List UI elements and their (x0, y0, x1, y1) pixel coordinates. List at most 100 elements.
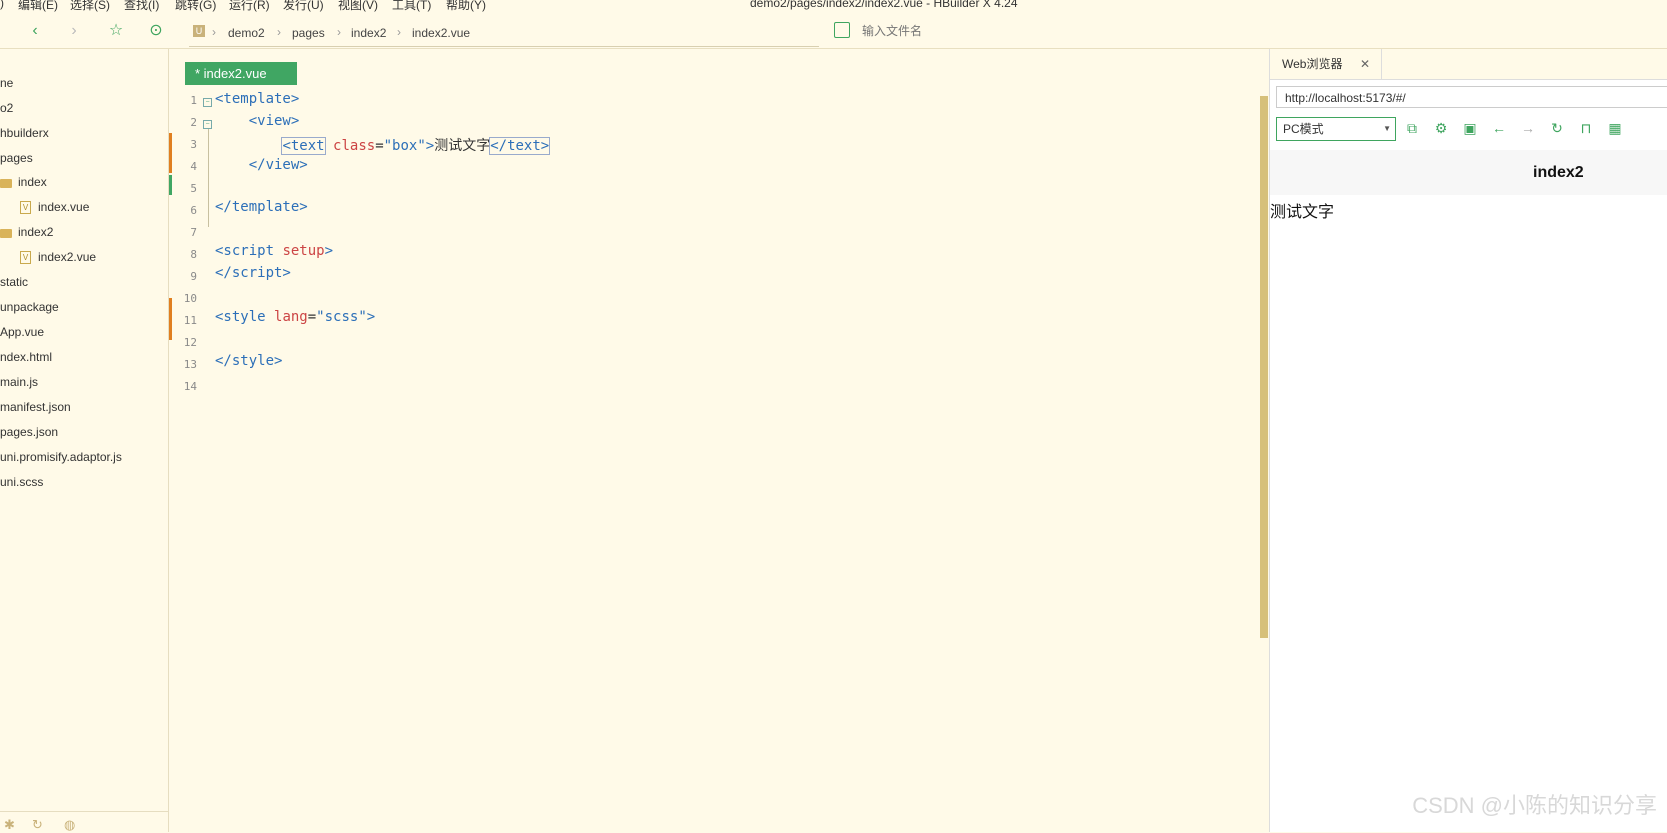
star-icon[interactable]: ☆ (107, 22, 125, 40)
vue-file-icon: V (20, 251, 31, 264)
tree-item-app-vue[interactable]: App.vue (0, 325, 44, 339)
line-number: 5 (190, 182, 197, 195)
tree-item-promisify[interactable]: uni.promisify.adaptor.js (0, 450, 122, 464)
fold-guide (208, 129, 209, 227)
menu-goto[interactable]: 跳转(G) (175, 0, 216, 13)
tab-web-browser-label: Web浏览器 (1282, 57, 1343, 71)
project-tree: ne o2 hbuilderx pages index V index.vue … (0, 49, 169, 832)
line-number: 6 (190, 204, 197, 217)
preview-navbar: index2 (1270, 150, 1667, 195)
line-number: 4 (190, 160, 197, 173)
file-search-input[interactable] (860, 20, 1164, 42)
line-number: 14 (183, 380, 197, 393)
editor-scrollbar[interactable] (1260, 96, 1268, 638)
code-line-9[interactable]: </script> (215, 265, 291, 281)
menu-bar: ) 编辑(E) 选择(S) 查找(I) 跳转(G) 运行(R) 发行(U) 视图… (0, 0, 1667, 14)
line-number: 13 (183, 358, 197, 371)
tree-item-index-html[interactable]: ndex.html (0, 350, 52, 364)
chevron-right-icon: › (212, 25, 216, 39)
tree-item-index2-vue[interactable]: index2.vue (38, 250, 96, 264)
tree-item-manifest[interactable]: manifest.json (0, 400, 71, 414)
device-mode-value: PC模式 (1283, 122, 1324, 136)
sidebar-footer-divider (0, 811, 168, 812)
web-browser-panel: Web浏览器 ✕ http://localhost:5173/#/ PC模式 ▼… (1269, 49, 1667, 832)
breadcrumb-pages[interactable]: pages (292, 26, 325, 40)
tab-index2-vue[interactable]: * index2.vue (185, 62, 297, 85)
tree-item-index-vue[interactable]: index.vue (38, 200, 89, 214)
file-search-icon (834, 22, 850, 38)
menu-run[interactable]: 运行(R) (229, 0, 270, 13)
arrow-left-icon[interactable]: ← (1491, 120, 1507, 136)
code-line-2[interactable]: <view> (215, 113, 300, 129)
project-icon: U (193, 25, 205, 37)
line-number: 7 (190, 226, 197, 239)
fold-toggle-icon[interactable]: − (203, 120, 212, 129)
tree-item[interactable]: ne (0, 76, 13, 90)
tree-item-unpackage[interactable]: unpackage (0, 300, 59, 314)
chevron-right-icon: › (337, 25, 341, 39)
code-line-11[interactable]: <style lang="scss"> (215, 309, 375, 325)
line-number: 3 (190, 138, 197, 151)
qrcode-icon[interactable]: ▦ (1607, 120, 1623, 136)
menu-publish[interactable]: 发行(U) (283, 0, 324, 13)
menu-select[interactable]: 选择(S) (70, 0, 110, 13)
preview-page-title: index2 (1533, 164, 1584, 181)
file-search (830, 20, 1667, 42)
bug-icon[interactable]: ✱ (4, 817, 15, 833)
tree-item-pages-json[interactable]: pages.json (0, 425, 58, 439)
line-number: 8 (190, 248, 197, 261)
tab-web-browser[interactable]: Web浏览器 ✕ (1270, 49, 1382, 79)
lock-icon[interactable]: ⊓ (1578, 120, 1594, 136)
palette-icon[interactable]: ◍ (64, 817, 75, 833)
breadcrumb-demo2[interactable]: demo2 (228, 26, 265, 40)
open-external-icon[interactable]: ⧉ (1404, 120, 1420, 136)
code-line-4[interactable]: </view> (215, 157, 308, 173)
menu-tools[interactable]: 工具(T) (392, 0, 431, 13)
code-line-3[interactable]: <text class="box">测试文字</text> (215, 135, 551, 155)
chevron-right-icon: › (277, 25, 281, 39)
line-number: 12 (183, 336, 197, 349)
tree-item-main-js[interactable]: main.js (0, 375, 38, 389)
tree-item-uni-scss[interactable]: uni.scss (0, 475, 43, 489)
menu-find[interactable]: 查找(I) (124, 0, 159, 13)
code-editor[interactable]: * index2.vue 1 2 3 4 5 6 7 8 9 10 11 12 … (169, 49, 1259, 832)
window-title: demo2/pages/index2/index2.vue - HBuilder… (750, 0, 1018, 10)
folder-icon (0, 179, 12, 188)
line-number: 11 (183, 314, 197, 327)
code-line-6[interactable]: </template> (215, 199, 308, 215)
tree-item[interactable]: hbuilderx (0, 126, 49, 140)
chevron-right-icon[interactable]: › (65, 22, 83, 40)
tree-item-pages[interactable]: pages (0, 151, 33, 165)
chevron-right-icon: › (397, 25, 401, 39)
caret-down-icon: ▼ (1383, 124, 1391, 133)
tree-item[interactable]: o2 (0, 101, 13, 115)
tree-item-static[interactable]: static (0, 275, 28, 289)
settings-icon[interactable]: ⚙ (1433, 120, 1449, 136)
tree-item-index2[interactable]: index2 (18, 225, 53, 239)
arrow-right-icon[interactable]: → (1520, 120, 1536, 136)
menu-edge-paren: ) (0, 0, 4, 10)
code-line-1[interactable]: <template> (215, 91, 299, 107)
menu-help[interactable]: 帮助(Y) (446, 0, 486, 13)
line-number: 1 (190, 94, 197, 107)
line-number: 10 (183, 292, 197, 305)
play-circle-icon[interactable]: ⊙ (147, 22, 165, 40)
tree-item-index[interactable]: index (18, 175, 47, 189)
device-mode-select[interactable]: PC模式 ▼ (1276, 117, 1396, 141)
browser-url-input[interactable]: http://localhost:5173/#/ (1276, 86, 1667, 108)
close-icon[interactable]: ✕ (1360, 49, 1370, 79)
breadcrumb-file[interactable]: index2.vue (412, 26, 470, 40)
chevron-left-icon[interactable]: ‹ (26, 22, 44, 40)
console-icon[interactable]: ▣ (1462, 120, 1478, 136)
breadcrumb-index2[interactable]: index2 (351, 26, 386, 40)
menu-view[interactable]: 视图(V) (338, 0, 378, 13)
fold-toggle-icon[interactable]: − (203, 98, 212, 107)
preview-text: 测试文字 (1270, 204, 1335, 221)
breadcrumb-divider (189, 44, 819, 47)
code-line-13[interactable]: </style> (215, 353, 282, 369)
line-number: 2 (190, 116, 197, 129)
reload-icon[interactable]: ↻ (1549, 120, 1565, 136)
refresh-icon[interactable]: ↻ (32, 817, 43, 833)
menu-edit[interactable]: 编辑(E) (18, 0, 58, 13)
code-line-8[interactable]: <script setup> (215, 243, 333, 259)
